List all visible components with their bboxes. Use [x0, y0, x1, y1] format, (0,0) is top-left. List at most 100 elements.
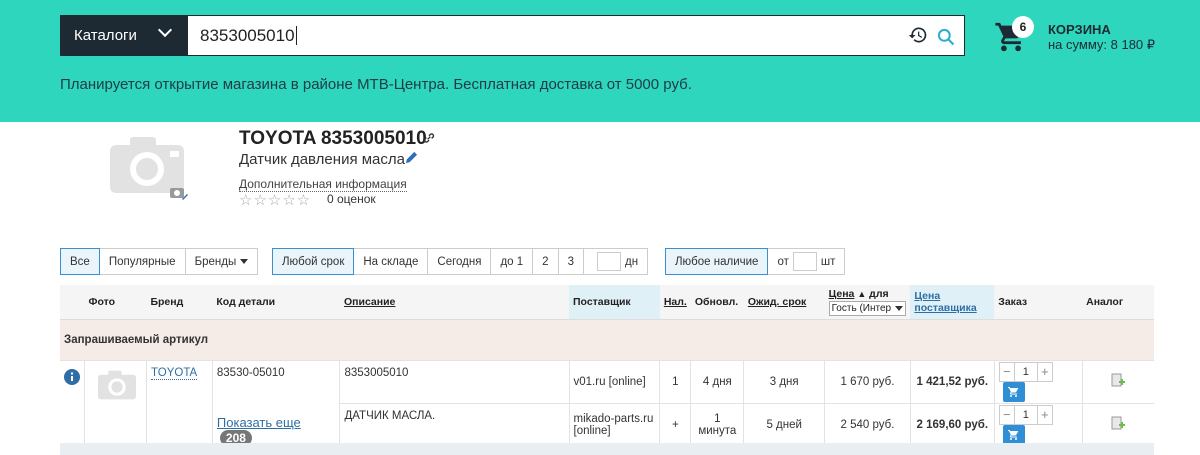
top-header: Каталоги 8353005010 6 КОРЗИНА на сумму: … [0, 0, 1200, 122]
filter-group-stock: Любое наличие от шт [665, 248, 846, 275]
add-to-cart-button[interactable] [1002, 424, 1025, 445]
filter-all[interactable]: Все [60, 248, 100, 275]
col-code: Код детали [212, 285, 340, 320]
row-updated: 1 минута [690, 403, 745, 447]
requested-label: Запрашиваемый артикул [60, 319, 1154, 361]
additional-info-link[interactable]: Дополнительная информация [239, 177, 407, 192]
table-header-row: Фото Бренд Код детали Описание Поставщик… [60, 285, 1154, 320]
qty-min-input[interactable] [792, 252, 817, 271]
col-supplier-price[interactable]: Цена поставщика [910, 285, 995, 320]
row-expected: 3 дня [743, 360, 826, 404]
minus-button[interactable]: − [1000, 407, 1014, 422]
quantity-stepper[interactable]: −1 + [998, 404, 1053, 425]
catalogs-button[interactable]: Каталоги [60, 15, 188, 56]
filter-days[interactable]: дн [583, 248, 649, 275]
quantity-stepper[interactable]: −1 + [998, 361, 1053, 382]
cart-count-badge: 6 [1012, 16, 1034, 38]
show-more-link[interactable]: Показать еще208 [217, 415, 336, 446]
price-group-select[interactable]: Гость (Интер [828, 300, 907, 316]
order-cell: −1 + [994, 403, 1083, 447]
filter-any-stock[interactable]: Любое наличие [665, 248, 769, 275]
row-price: 2 540 руб. [824, 403, 911, 447]
row-availability: + [659, 403, 692, 447]
row-supplier-price: 2 169,60 руб. [910, 403, 995, 447]
catalogs-label: Каталоги [74, 27, 137, 44]
history-icon[interactable] [908, 25, 928, 45]
search-icon[interactable] [936, 27, 956, 47]
rating-stars[interactable]: ☆☆☆☆☆ [239, 191, 311, 209]
search-input[interactable]: 8353005010 [188, 15, 965, 56]
filter-group-term: Любой срок На складе Сегодня до 1 2 3 дн [272, 248, 649, 275]
link-icon[interactable] [422, 131, 436, 145]
price-for-label: для [869, 287, 889, 300]
from-label: от [777, 255, 789, 268]
filter-today[interactable]: Сегодня [428, 248, 492, 275]
filter-brands-label: Бренды [194, 255, 237, 268]
filter-any-term[interactable]: Любой срок [272, 248, 355, 275]
qty-unit: шт [820, 255, 836, 268]
announcement-text: Планируется открытие магазина в районе М… [60, 76, 692, 93]
filter-2[interactable]: 2 [533, 248, 559, 275]
part-code: 83530-05010 [216, 366, 285, 379]
show-more-label: Показать еще [216, 414, 301, 430]
info-icon[interactable] [64, 368, 80, 385]
row-supplier: mikado-parts.ru [online] [569, 403, 661, 447]
order-cell: −1 + [994, 360, 1083, 404]
row-description: 8353005010 [339, 360, 570, 404]
price-group-value: Гость (Интер [831, 302, 892, 314]
col-brand: Бренд [146, 285, 213, 320]
chevron-down-icon [157, 22, 173, 38]
cart-title[interactable]: КОРЗИНА [1048, 22, 1111, 37]
price-sort-link[interactable]: Цена [829, 288, 855, 300]
col-photo: Фото [84, 285, 147, 320]
cart-icon [1008, 429, 1019, 440]
row-expected: 5 дней [743, 403, 826, 447]
results-table: Фото Бренд Код детали Описание Поставщик… [60, 285, 1154, 447]
requested-row: Запрашиваемый артикул [60, 319, 1154, 361]
search-value: 8353005010 [200, 25, 295, 45]
col-description[interactable]: Описание [339, 285, 569, 320]
quantity-value[interactable]: 1 [1013, 361, 1038, 382]
add-to-cart-button[interactable] [1002, 381, 1025, 402]
edit-photo-icon[interactable] [170, 185, 188, 201]
days-unit: дн [624, 255, 639, 268]
filter-group-type: Все Популярные Бренды [60, 248, 259, 275]
row-price: 1 670 руб. [824, 360, 911, 404]
col-analog: Аналог [1082, 285, 1154, 320]
row-supplier-price: 1 421,52 руб. [910, 360, 995, 404]
table-row: TOYOTA 83530-05010 Показать еще208 83530… [60, 360, 1154, 447]
filter-up-to-1[interactable]: до 1 [491, 248, 534, 275]
filter-from-qty[interactable]: от шт [768, 248, 846, 275]
product-subtitle: Датчик давления масла [239, 151, 405, 168]
minus-button[interactable]: − [1000, 364, 1014, 379]
col-supplier: Поставщик [569, 285, 660, 320]
add-analog-icon[interactable] [1111, 415, 1126, 431]
filter-popular[interactable]: Популярные [99, 248, 186, 275]
quantity-value[interactable]: 1 [1013, 404, 1038, 425]
table-footer-strip [60, 443, 1154, 455]
filter-brands[interactable]: Бренды [185, 248, 259, 275]
analog-cell [1082, 403, 1154, 447]
row-updated: 4 дня [690, 360, 745, 404]
filter-3[interactable]: 3 [558, 248, 584, 275]
add-analog-icon[interactable] [1111, 372, 1126, 388]
plus-button[interactable]: + [1038, 407, 1052, 422]
filter-in-stock[interactable]: На складе [354, 248, 429, 275]
camera-placeholder-icon [98, 370, 136, 399]
row-description: ДАТЧИК МАСЛА. [339, 403, 570, 447]
col-updated: Обновл. [690, 285, 744, 320]
col-availability[interactable]: Нал. [659, 285, 691, 320]
rating-count: 0 оценок [327, 192, 376, 206]
caret-down-icon [240, 259, 249, 264]
caret-down-icon [895, 305, 904, 311]
row-supplier: v01.ru [online] [569, 360, 661, 404]
brand-link[interactable]: TOYOTA [150, 366, 198, 380]
pencil-icon[interactable] [405, 151, 418, 164]
col-order: Заказ [994, 285, 1083, 320]
col-expected[interactable]: Ожид. срок [743, 285, 825, 320]
days-input[interactable] [596, 252, 621, 271]
cart-icon [1008, 386, 1019, 397]
plus-button[interactable]: + [1038, 364, 1052, 379]
col-price: Цена ▲ для Гость (Интер [824, 285, 911, 320]
product-title: TOYOTA 8353005010 [239, 128, 427, 149]
